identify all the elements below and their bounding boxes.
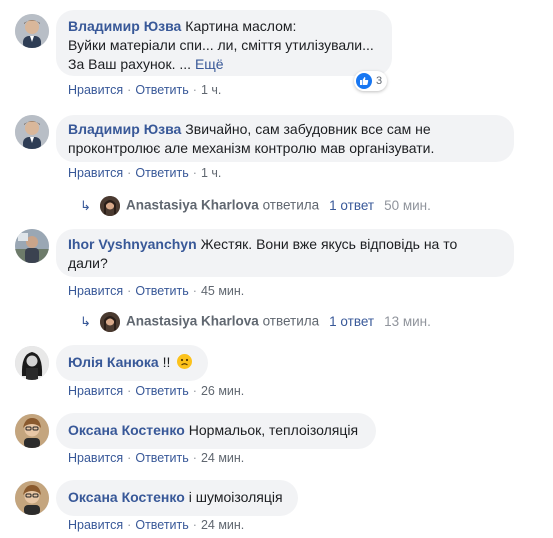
separator: · <box>192 384 197 398</box>
separator: · <box>127 384 132 398</box>
separator: · <box>127 284 132 298</box>
reply-button[interactable]: Ответить <box>135 284 188 298</box>
comment-actions: Нравится · Ответить · 24 мин. <box>68 451 244 465</box>
avatar[interactable] <box>15 346 49 380</box>
view-replies-link[interactable]: ↳ Anastasiya Kharlova ответила 1 ответ 50 м… <box>80 196 431 216</box>
avatar[interactable] <box>15 14 49 48</box>
comment-text-line: Вуйки матеріали спи... ли, сміття утиліз… <box>68 37 374 53</box>
comment-author[interactable]: Владимир Юзва <box>68 121 181 137</box>
comment-actions: Нравится · Ответить · 24 мин. <box>68 518 244 532</box>
comment-bubble: Оксана Костенко Нормальок, теплоізоляція <box>56 413 376 449</box>
reply-arrow-icon: ↳ <box>80 197 91 213</box>
disappointed-emoji-icon <box>177 354 193 369</box>
comment-time[interactable]: 1 ч. <box>201 166 221 180</box>
comment-time[interactable]: 24 мин. <box>201 518 244 532</box>
like-button[interactable]: Нравится <box>68 384 123 398</box>
comment-time[interactable]: 1 ч. <box>201 83 221 97</box>
like-button[interactable]: Нравится <box>68 166 123 180</box>
comment-text: Нормальок, теплоізоляція <box>188 422 359 438</box>
separator: · <box>192 284 197 298</box>
like-button[interactable]: Нравится <box>68 451 123 465</box>
comment-actions: Нравится · Ответить · 45 мин. <box>68 284 244 298</box>
comment-bubble: Владимир Юзва Картина маслом: Вуйки матер… <box>56 10 392 76</box>
view-replies-link[interactable]: ↳ Anastasiya Kharlova ответила 1 ответ 13 м… <box>80 312 431 332</box>
reply-count: 1 ответ <box>329 313 375 329</box>
reaction-count: 3 <box>376 75 383 87</box>
reply-time: 13 мин. <box>384 313 431 329</box>
comment-bubble: Ihor Vyshnyanchyn Жестяк. Вони вже якусь … <box>56 229 514 277</box>
avatar[interactable] <box>15 481 49 515</box>
reply-arrow-icon: ↳ <box>80 313 91 329</box>
comment-bubble: Оксана Костенко і шумоізоляція <box>56 480 298 516</box>
avatar[interactable] <box>15 229 49 263</box>
separator: · <box>127 166 132 180</box>
reply-button[interactable]: Ответить <box>135 384 188 398</box>
separator: · <box>192 518 197 532</box>
reply-count: 1 ответ <box>329 197 375 213</box>
comment-actions: Нравится · Ответить · 26 мин. <box>68 384 244 398</box>
comment-time[interactable]: 24 мин. <box>201 451 244 465</box>
comment-author[interactable]: Ihor Vyshnyanchyn <box>68 236 197 252</box>
separator: · <box>127 451 132 465</box>
reply-button[interactable]: Ответить <box>135 451 188 465</box>
replier-verb: ответила <box>262 197 320 213</box>
comment-time[interactable]: 45 мин. <box>201 284 244 298</box>
comment-text-line: проконтролює але механізм контролю мав о… <box>68 140 435 156</box>
comment-actions: Нравится · Ответить · 1 ч. <box>68 83 221 97</box>
replier-avatar <box>100 312 120 332</box>
separator: · <box>127 83 132 97</box>
comment-actions: Нравится · Ответить · 1 ч. <box>68 166 221 180</box>
separator: · <box>127 518 132 532</box>
see-more-link[interactable]: Ещё <box>195 56 224 72</box>
comment-text-line: Картина маслом: <box>185 18 297 34</box>
comment-text: і шумоізоляція <box>188 489 283 505</box>
like-reaction-icon <box>356 73 372 89</box>
replier-name: Anastasiya Kharlova <box>126 313 259 329</box>
comment-text: !! <box>162 354 171 370</box>
separator: · <box>192 451 197 465</box>
avatar[interactable] <box>15 115 49 149</box>
replier-avatar <box>100 196 120 216</box>
comment-text-line: За Ваш рахунок. ... <box>68 56 192 72</box>
separator: · <box>192 83 197 97</box>
like-button[interactable]: Нравится <box>68 518 123 532</box>
like-button[interactable]: Нравится <box>68 284 123 298</box>
reply-time: 50 мин. <box>384 197 431 213</box>
comment-text-line: дали? <box>68 255 108 271</box>
replier-verb: ответила <box>262 313 320 329</box>
reply-button[interactable]: Ответить <box>135 83 188 97</box>
avatar[interactable] <box>15 414 49 448</box>
like-button[interactable]: Нравится <box>68 83 123 97</box>
comment-bubble: Владимир Юзва Звичайно, сам забудовник вс… <box>56 115 514 162</box>
replier-name: Anastasiya Kharlova <box>126 197 259 213</box>
comment-author[interactable]: Владимир Юзва <box>68 18 181 34</box>
reaction-summary[interactable]: 3 <box>354 71 387 91</box>
reply-button[interactable]: Ответить <box>135 518 188 532</box>
comment-bubble: Юлія Канюка!! <box>56 345 208 381</box>
reply-button[interactable]: Ответить <box>135 166 188 180</box>
comment-author[interactable]: Юлія Канюка <box>68 354 159 370</box>
comment-text-line: Звичайно, сам забудовник все сам не <box>185 121 431 137</box>
comment-text-line: Жестяк. Вони вже якусь відповідь на то <box>200 236 458 252</box>
comment-author[interactable]: Оксана Костенко <box>68 489 185 505</box>
comment-author[interactable]: Оксана Костенко <box>68 422 185 438</box>
separator: · <box>192 166 197 180</box>
comment-time[interactable]: 26 мин. <box>201 384 244 398</box>
